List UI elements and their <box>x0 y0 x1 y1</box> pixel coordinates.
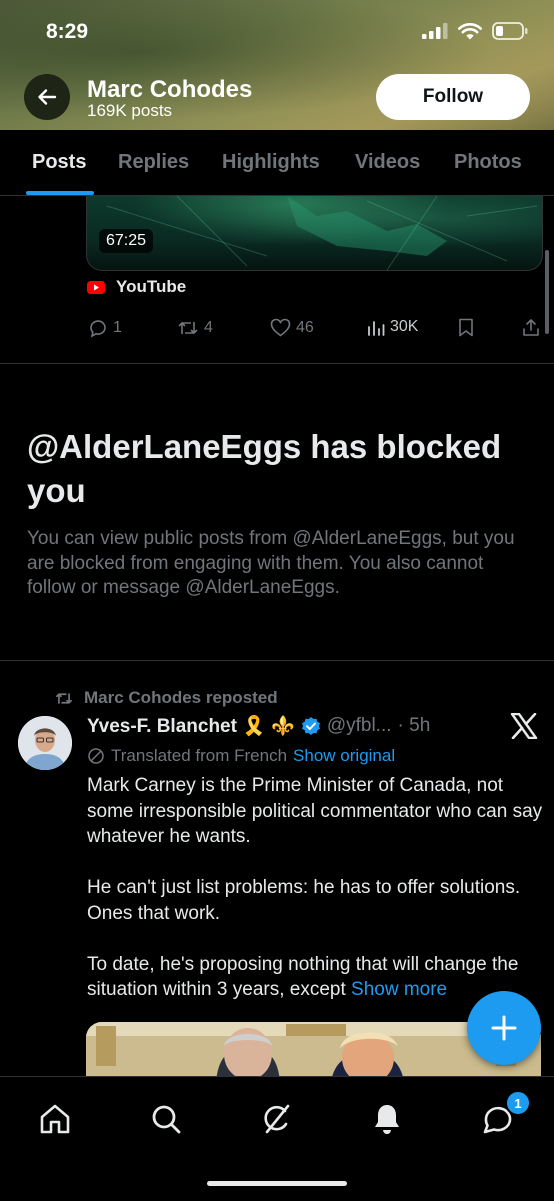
tweet-paragraph: To date, he's proposing nothing that wil… <box>87 953 519 1001</box>
back-button[interactable] <box>24 74 70 120</box>
scrollbar[interactable] <box>545 250 549 334</box>
status-icons <box>422 22 528 40</box>
wifi-icon <box>458 22 482 39</box>
home-icon <box>40 1104 70 1134</box>
nav-home[interactable] <box>35 1099 75 1139</box>
profile-name: Marc Cohodes <box>87 76 253 103</box>
profile-post-count: 169K posts <box>87 101 173 120</box>
x-logo-button[interactable] <box>510 712 538 744</box>
reposted-by-label: Marc Cohodes reposted <box>84 688 278 707</box>
blocked-title: @AlderLaneEggs has blocked you <box>27 428 502 509</box>
view-count: 30K <box>390 318 419 335</box>
nav-notifications[interactable] <box>367 1099 407 1139</box>
translation-row: Translated from French Show original <box>87 746 395 766</box>
share-button[interactable] <box>522 318 540 337</box>
grok-icon <box>264 1104 290 1134</box>
views-button[interactable]: 30K <box>367 318 418 336</box>
show-more-link[interactable]: Show more <box>351 979 447 1000</box>
home-indicator[interactable] <box>207 1181 347 1186</box>
translate-icon <box>88 748 104 764</box>
messages-badge: 1 <box>505 1090 531 1116</box>
youtube-icon <box>87 280 105 294</box>
reply-button[interactable]: 1 <box>88 318 122 338</box>
video-thumbnail[interactable] <box>86 196 543 271</box>
like-count: 46 <box>296 318 314 336</box>
views-icon <box>368 321 385 336</box>
bookmark-icon <box>459 318 473 337</box>
tweet-paragraph: He can't just list problems: he has to o… <box>87 877 521 924</box>
reply-count: 1 <box>113 319 122 336</box>
divider <box>0 660 554 661</box>
repost-indicator[interactable]: Marc Cohodes reposted <box>54 688 278 708</box>
blocked-message: You can view public posts from @AlderLan… <box>27 528 515 598</box>
tab-videos[interactable]: Videos <box>355 151 420 174</box>
tab-replies[interactable]: Replies <box>118 151 189 174</box>
avatar[interactable] <box>18 716 72 770</box>
search-icon <box>152 1105 181 1134</box>
source-label: YouTube <box>116 277 187 296</box>
tab-photos[interactable]: Photos <box>454 151 522 174</box>
translated-label: Translated from French <box>111 746 288 765</box>
repost-icon <box>55 692 73 704</box>
tab-highlights[interactable]: Highlights <box>222 151 320 174</box>
repost-count: 4 <box>204 319 213 336</box>
signal-icon <box>422 23 448 39</box>
repost-button[interactable]: 4 <box>177 318 213 338</box>
post-time: · 5h <box>397 715 431 736</box>
active-tab-indicator <box>26 191 94 195</box>
status-time: 8:29 <box>46 20 89 43</box>
author-handle: @yfbl... <box>326 715 392 736</box>
battery-icon <box>492 22 528 40</box>
profile-tabs: Posts Replies Highlights Videos Photos <box>0 130 554 196</box>
video-graphic <box>106 196 538 270</box>
tab-posts[interactable]: Posts <box>32 151 86 174</box>
tweet-paragraph: Mark Carney is the Prime Minister of Can… <box>87 775 543 847</box>
video-duration: 67:25 <box>99 229 154 253</box>
author-row[interactable]: Yves-F. Blanchet 🎗️ ⚜️ @yfbl... · 5h <box>87 714 430 738</box>
post-actions: 1 4 46 30K <box>86 316 541 342</box>
verified-icon <box>301 717 320 735</box>
divider <box>0 363 554 364</box>
compose-button[interactable] <box>467 991 541 1065</box>
author-name[interactable]: Yves-F. Blanchet 🎗️ ⚜️ <box>87 714 295 738</box>
x-logo-icon <box>510 712 538 740</box>
like-button[interactable]: 46 <box>270 318 314 337</box>
show-original-link[interactable]: Show original <box>293 746 395 766</box>
like-icon <box>270 318 291 337</box>
plus-icon <box>491 1015 517 1041</box>
follow-button[interactable]: Follow <box>376 74 530 120</box>
avatar-portrait <box>18 716 72 770</box>
repost-icon <box>178 322 198 334</box>
bookmark-button[interactable] <box>458 318 474 337</box>
share-icon <box>523 319 539 336</box>
nav-grok[interactable] <box>256 1099 296 1139</box>
notifications-icon <box>375 1105 399 1134</box>
tweet-text: Mark Carney is the Prime Minister of Can… <box>87 773 547 1003</box>
reply-icon <box>90 320 106 338</box>
nav-search[interactable] <box>146 1099 186 1139</box>
back-arrow-icon <box>38 89 57 105</box>
link-source[interactable]: YouTube <box>87 277 186 297</box>
